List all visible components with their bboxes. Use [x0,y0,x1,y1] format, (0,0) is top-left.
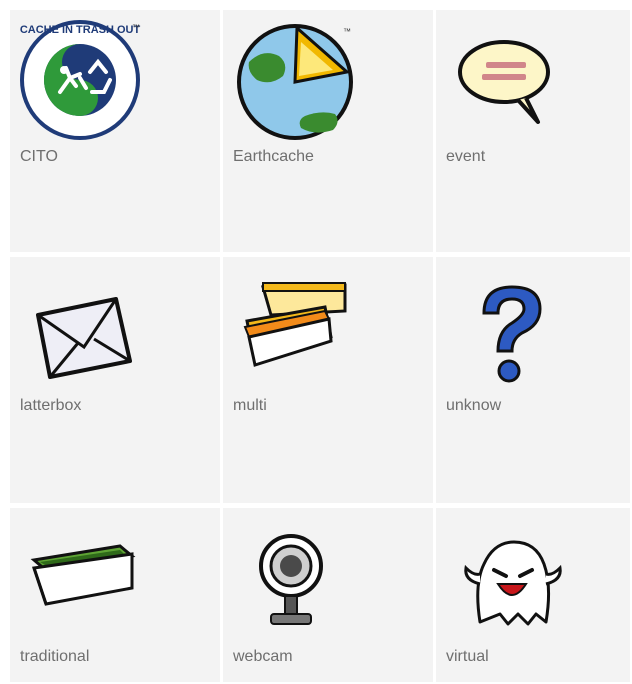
earthcache-icon: ™ [233,18,359,144]
tile-virtual[interactable]: virtual [436,508,630,682]
cache-type-grid: CACHE IN TRASH OUT ™ CITO ™ Earthcache e… [10,10,630,682]
tile-webcam[interactable]: webcam [223,508,433,682]
svg-text:™: ™ [132,23,140,32]
letterbox-icon [20,281,146,389]
event-icon [446,18,572,144]
tile-traditional[interactable]: traditional [10,508,220,682]
tile-label: Earthcache [233,148,314,165]
tile-label: webcam [233,648,293,665]
tile-unknown[interactable]: unknow [436,257,630,503]
tile-label: latterbox [20,397,82,414]
tile-earthcache[interactable]: ™ Earthcache [223,10,433,252]
virtual-icon [446,532,572,640]
tile-label: CITO [20,148,58,165]
tile-label: virtual [446,648,489,665]
cito-icon: CACHE IN TRASH OUT ™ [20,18,146,144]
tile-label: unknow [446,397,502,414]
tile-label: traditional [20,648,90,665]
tile-label: multi [233,397,267,414]
svg-text:CACHE IN TRASH OUT: CACHE IN TRASH OUT [20,24,140,36]
tile-event[interactable]: event [436,10,630,252]
traditional-icon [20,532,146,640]
tile-cito[interactable]: CACHE IN TRASH OUT ™ CITO [10,10,220,252]
tile-letterbox[interactable]: latterbox [10,257,220,503]
multi-icon [233,281,359,389]
webcam-icon [233,532,359,640]
tile-label: event [446,148,486,165]
svg-text:™: ™ [343,27,351,36]
unknown-icon [446,281,572,389]
tile-multi[interactable]: multi [223,257,433,503]
